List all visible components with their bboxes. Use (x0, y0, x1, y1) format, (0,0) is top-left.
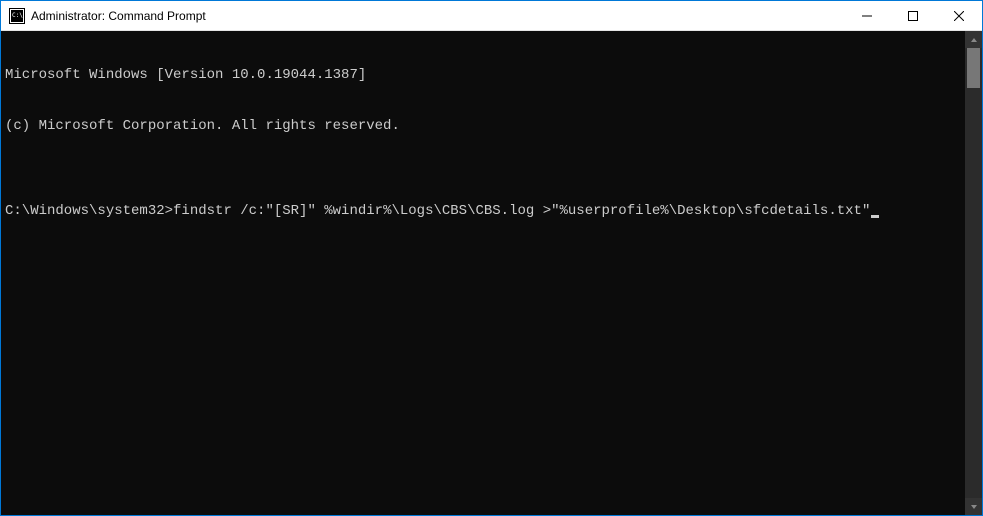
scrollbar-down-arrow[interactable] (965, 498, 982, 515)
terminal-prompt-line: C:\Windows\system32>findstr /c:"[SR]" %w… (5, 203, 961, 220)
scrollbar-thumb[interactable] (967, 48, 980, 88)
scrollbar-up-arrow[interactable] (965, 31, 982, 48)
command-prompt-window: C:\ Administrator: Command Prompt (0, 0, 983, 516)
window-title: Administrator: Command Prompt (31, 9, 844, 23)
terminal-content[interactable]: Microsoft Windows [Version 10.0.19044.13… (1, 31, 965, 515)
maximize-button[interactable] (890, 1, 936, 31)
terminal-line: (c) Microsoft Corporation. All rights re… (5, 118, 961, 135)
prompt-text: C:\Windows\system32> (5, 203, 173, 219)
vertical-scrollbar[interactable] (965, 31, 982, 515)
scrollbar-track[interactable] (965, 48, 982, 498)
svg-text:C:\: C:\ (12, 12, 23, 19)
window-controls (844, 1, 982, 30)
cursor (871, 215, 879, 218)
cmd-icon: C:\ (9, 8, 25, 24)
terminal-line: Microsoft Windows [Version 10.0.19044.13… (5, 67, 961, 84)
titlebar[interactable]: C:\ Administrator: Command Prompt (1, 1, 982, 31)
minimize-button[interactable] (844, 1, 890, 31)
command-text: findstr /c:"[SR]" %windir%\Logs\CBS\CBS.… (173, 203, 870, 219)
close-button[interactable] (936, 1, 982, 31)
terminal-area: Microsoft Windows [Version 10.0.19044.13… (1, 31, 982, 515)
